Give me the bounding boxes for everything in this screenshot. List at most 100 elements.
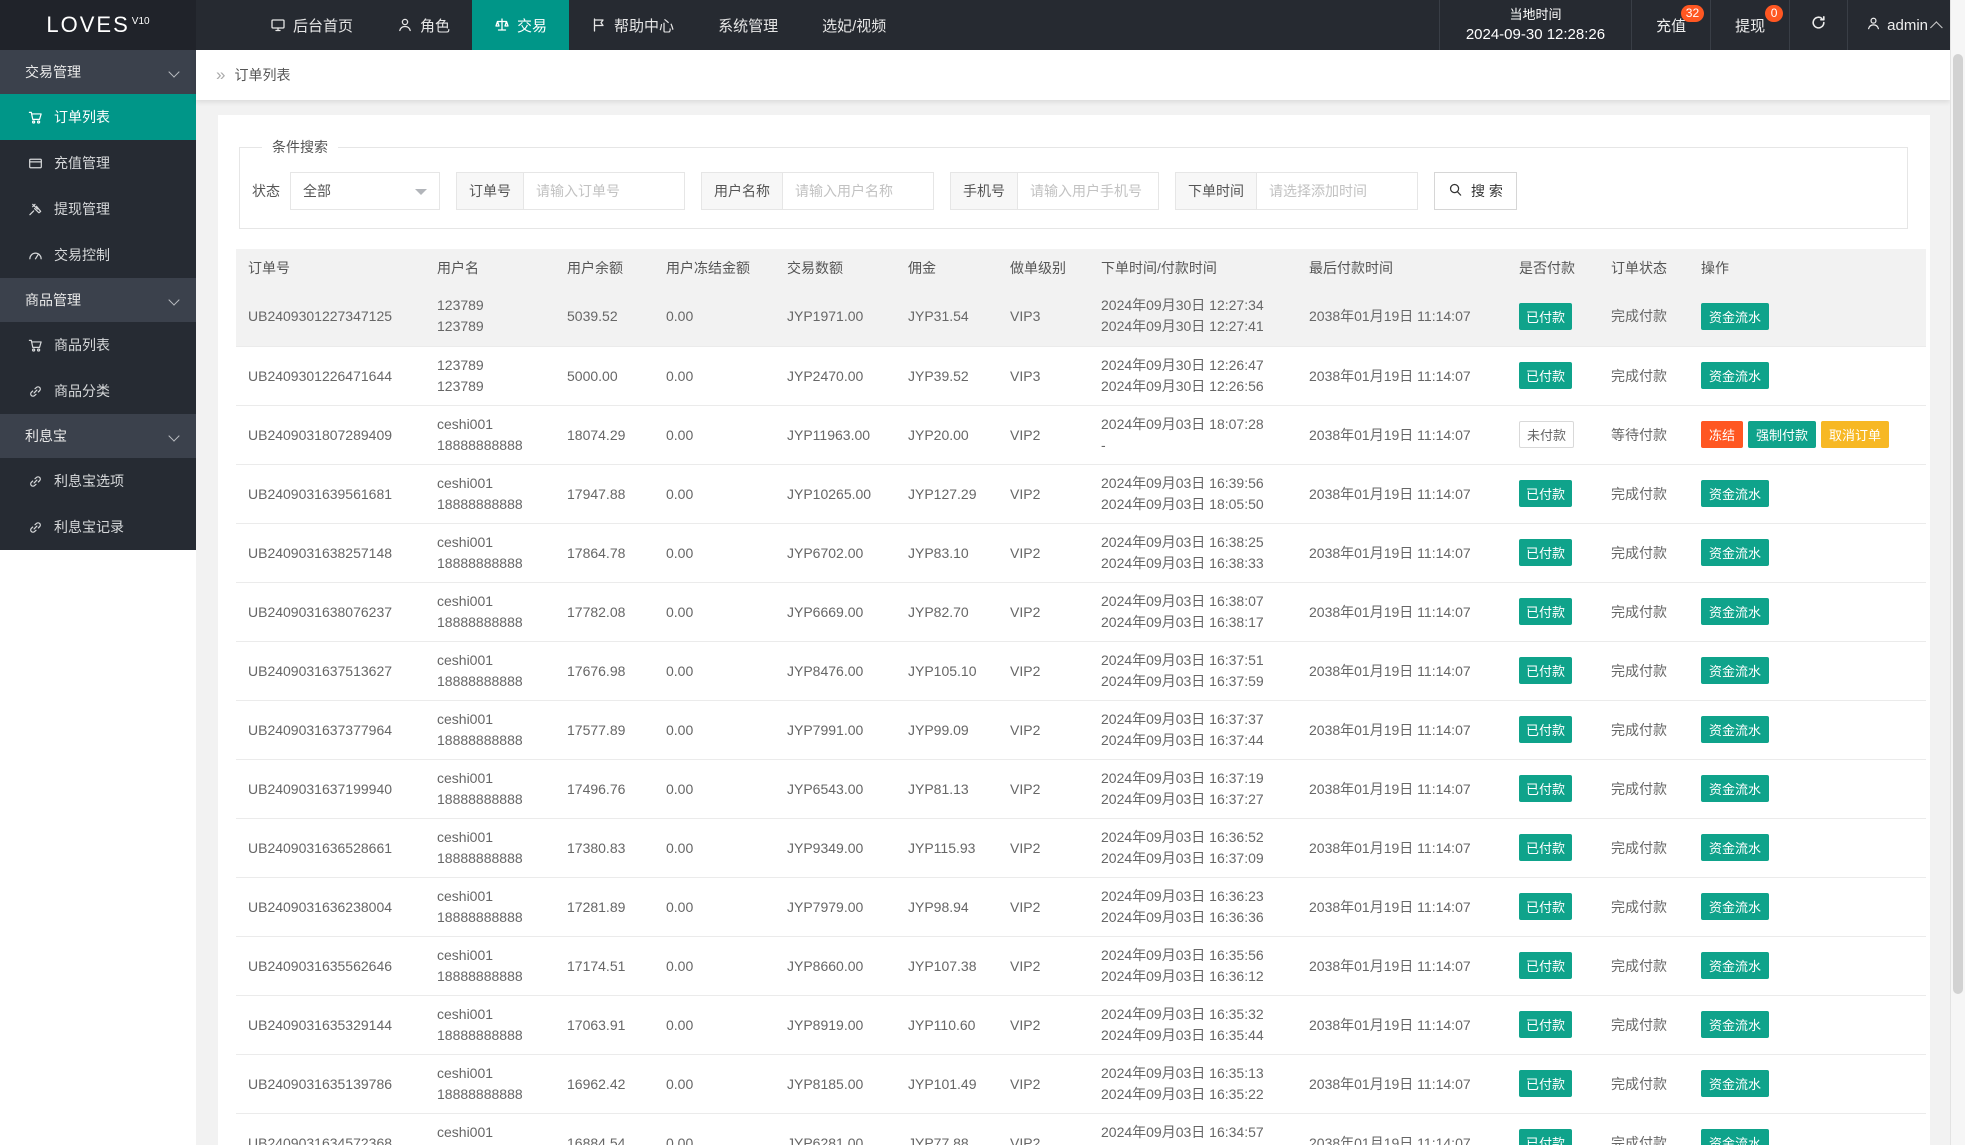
actions-cell: 资金流水: [1689, 582, 1926, 642]
sidebar-item-label: 利息宝记录: [54, 519, 124, 535]
table-row: UB2409031636238004 ceshi001 18888888888 172…: [236, 877, 1926, 937]
username-input[interactable]: [783, 173, 933, 209]
withdraw-badge: 0: [1765, 5, 1784, 22]
order-time-cell: 2024年09月03日 16:37:19 2024年09月03日 16:37:27: [1089, 759, 1297, 819]
sidebar-item-商品分类[interactable]: 商品分类: [0, 368, 196, 414]
pay-status-badge: 已付款: [1519, 480, 1573, 507]
table-row: UB2409031635139786 ceshi001 18888888888 169…: [236, 1054, 1926, 1114]
action-button-资金流水[interactable]: 资金流水: [1701, 775, 1770, 802]
recharge-button[interactable]: 充值 32: [1632, 0, 1712, 50]
action-button-资金流水[interactable]: 资金流水: [1701, 302, 1770, 330]
withdraw-button[interactable]: 提现 0: [1711, 0, 1791, 50]
action-button-资金流水[interactable]: 资金流水: [1701, 1070, 1770, 1097]
order-time-input[interactable]: [1257, 173, 1417, 209]
nav-item-4[interactable]: 系统管理: [696, 0, 800, 50]
user-icon: [397, 17, 413, 33]
order-time-cell: 2024年09月30日 12:27:34 2024年09月30日 12:27:41: [1089, 287, 1297, 347]
order-no-cell: UB2409031637377964: [236, 700, 425, 760]
admin-app: LOVES V10 后台首页 角色 交易 帮助中心 系统管理 选妃/视频 当地时间 2024…: [0, 0, 1965, 1145]
table-row: UB2409301227347125 123789 123789 5039.52 0.0…: [236, 287, 1926, 347]
cart-icon: [28, 110, 43, 125]
nav-item-3[interactable]: 帮助中心: [569, 0, 696, 50]
pay-status-badge: 已付款: [1519, 716, 1573, 743]
username-cell: 123789 123789: [425, 287, 555, 347]
order-no-cell: UB2409031638076237: [236, 582, 425, 642]
balance-cell: 17676.98: [555, 641, 654, 701]
pay-status-cell: 已付款: [1507, 582, 1599, 642]
sidebar-item-提现管理[interactable]: 提现管理: [0, 186, 196, 232]
sidebar-item-利息宝选项[interactable]: 利息宝选项: [0, 458, 196, 504]
action-button-资金流水[interactable]: 资金流水: [1701, 598, 1770, 625]
username-cell: ceshi00118888888888: [425, 995, 555, 1055]
column-header: 最后付款时间: [1297, 249, 1507, 287]
vertical-scrollbar[interactable]: [1950, 0, 1965, 1145]
action-button-资金流水[interactable]: 资金流水: [1701, 539, 1770, 566]
action-button-资金流水[interactable]: 资金流水: [1701, 1129, 1770, 1145]
gauge-icon: [28, 248, 43, 263]
nav-item-0[interactable]: 后台首页: [248, 0, 375, 50]
sidebar-item-交易控制[interactable]: 交易控制: [0, 232, 196, 278]
sidebar-item-利息宝记录[interactable]: 利息宝记录: [0, 504, 196, 550]
phone-input[interactable]: [1018, 173, 1158, 209]
action-button-资金流水[interactable]: 资金流水: [1701, 480, 1770, 507]
action-button-冻结[interactable]: 冻结: [1701, 421, 1744, 448]
nav-item-2[interactable]: 交易: [472, 0, 570, 50]
vip-level-cell: VIP3: [998, 346, 1089, 406]
last-pay-time-cell: 2038年01月19日 11:14:07: [1297, 523, 1507, 583]
balance-cell: 17281.89: [555, 877, 654, 937]
commission-cell: JYP115.93: [896, 818, 998, 878]
username-cell: ceshi00118888888888: [425, 464, 555, 524]
action-button-资金流水[interactable]: 资金流水: [1701, 716, 1770, 743]
trade-amount-cell: JYP7979.00: [775, 877, 896, 937]
nav-item-1[interactable]: 角色: [375, 0, 472, 50]
action-button-资金流水[interactable]: 资金流水: [1701, 893, 1770, 920]
sidebar-item-充值管理[interactable]: 充值管理: [0, 140, 196, 186]
order-status-cell: 完成付款: [1599, 818, 1689, 878]
commission-cell: JYP83.10: [896, 523, 998, 583]
action-button-强制付款[interactable]: 强制付款: [1748, 421, 1817, 448]
frozen-amount-cell: 0.00: [654, 759, 775, 819]
order-no-cell: UB2409031807289409: [236, 405, 425, 465]
status-select[interactable]: 全部: [290, 172, 440, 210]
actions-cell: 资金流水: [1689, 700, 1926, 760]
scrollbar-thumb[interactable]: [1953, 54, 1963, 994]
sidebar-item-label: 订单列表: [54, 109, 110, 125]
column-header: 操作: [1689, 249, 1926, 287]
column-header: 下单时间/付款时间: [1089, 249, 1297, 287]
column-header: 是否付款: [1507, 249, 1599, 287]
balance-cell: 17864.78: [555, 523, 654, 583]
order-no-input[interactable]: [524, 173, 684, 209]
local-time-label: 当地时间: [1509, 7, 1562, 22]
balance-cell: 17380.83: [555, 818, 654, 878]
last-pay-time-cell: 2038年01月19日 11:14:07: [1297, 641, 1507, 701]
action-button-资金流水[interactable]: 资金流水: [1701, 1011, 1770, 1038]
sidebar-group-2[interactable]: 利息宝: [0, 414, 196, 458]
pay-status-cell: 已付款: [1507, 936, 1599, 996]
sidebar-item-商品列表[interactable]: 商品列表: [0, 322, 196, 368]
sidebar-group-0[interactable]: 交易管理: [0, 50, 196, 94]
pay-status-badge: 已付款: [1519, 893, 1573, 920]
action-button-资金流水[interactable]: 资金流水: [1701, 657, 1770, 684]
trade-amount-cell: JYP8660.00: [775, 936, 896, 996]
recharge-badge: 32: [1680, 5, 1705, 22]
sidebar-collapse-button[interactable]: [196, 0, 248, 50]
search-button-label: 搜 索: [1471, 183, 1503, 199]
nav-item-5[interactable]: 选妃/视频: [800, 0, 908, 50]
order-no-cell: UB2409031639561681: [236, 464, 425, 524]
sidebar-group-label: 利息宝: [25, 428, 67, 444]
action-button-资金流水[interactable]: 资金流水: [1701, 834, 1770, 861]
order-no-cell: UB2409031637513627: [236, 641, 425, 701]
action-button-资金流水[interactable]: 资金流水: [1701, 952, 1770, 979]
refresh-button[interactable]: [1790, 0, 1849, 50]
action-button-取消订单[interactable]: 取消订单: [1821, 421, 1890, 448]
balance-cell: 5000.00: [555, 346, 654, 406]
sidebar-item-订单列表[interactable]: 订单列表: [0, 94, 196, 140]
order-status-cell: 完成付款: [1599, 523, 1689, 583]
search-button[interactable]: 搜 索: [1434, 172, 1517, 210]
commission-cell: JYP31.54: [896, 287, 998, 347]
pay-status-cell: 已付款: [1507, 700, 1599, 760]
user-menu[interactable]: admin: [1848, 0, 1965, 50]
sidebar-group-1[interactable]: 商品管理: [0, 278, 196, 322]
order-no-cell: UB2409031638257148: [236, 523, 425, 583]
action-button-资金流水[interactable]: 资金流水: [1701, 362, 1770, 389]
